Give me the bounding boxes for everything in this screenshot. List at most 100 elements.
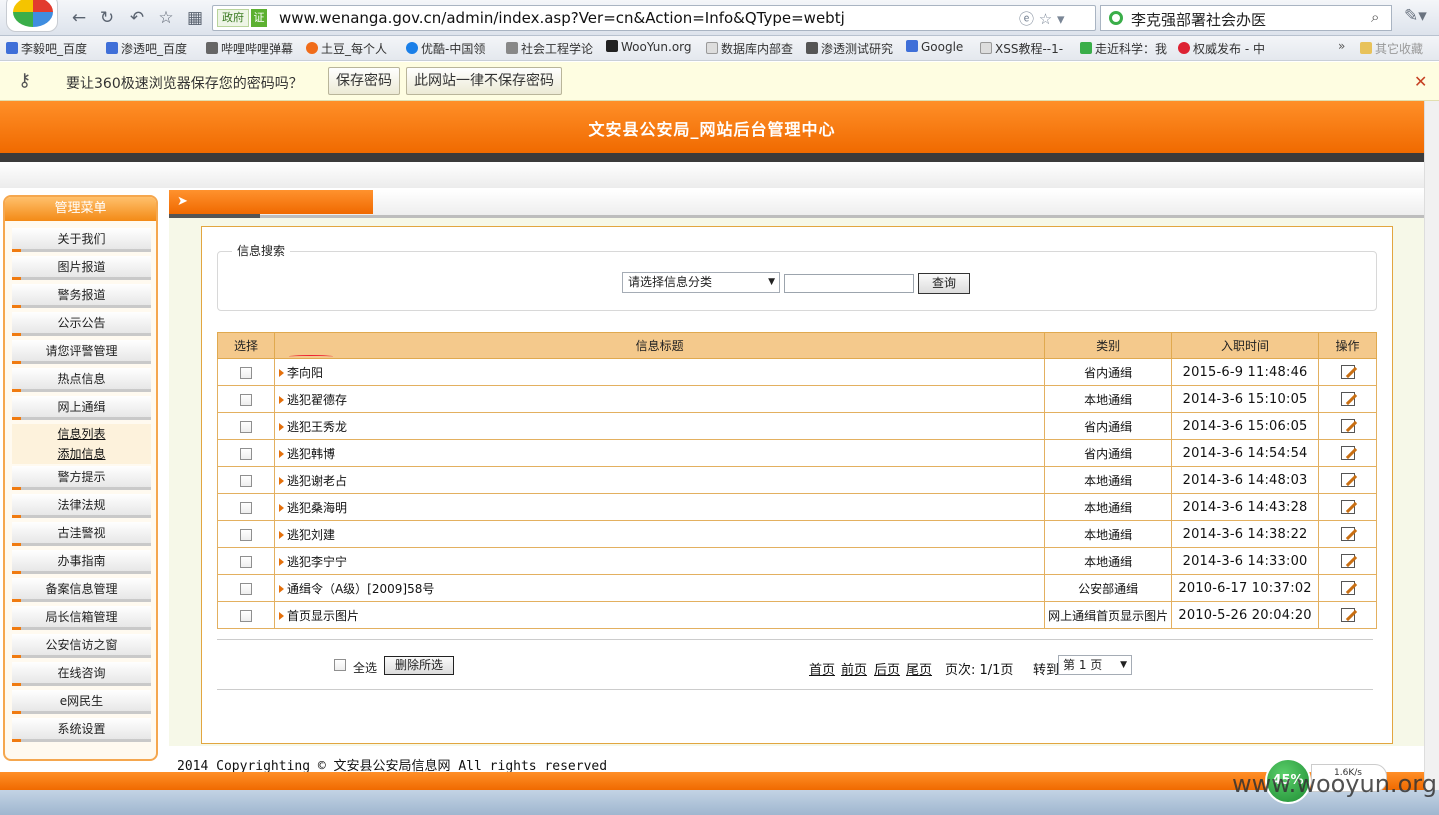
menu-item-online-wanted[interactable]: 网上通缉	[12, 396, 151, 420]
menu-item-e-livelihood[interactable]: e网民生	[12, 690, 151, 714]
edit-icon[interactable]	[1340, 392, 1355, 407]
menu-item-announcements[interactable]: 公示公告	[12, 312, 151, 336]
page-select[interactable]: 第 1 页 ▼	[1058, 655, 1132, 675]
edit-icon[interactable]	[1340, 554, 1355, 569]
row-time: 2015-6-9 11:48:46	[1171, 358, 1320, 386]
row-checkbox[interactable]	[239, 555, 252, 568]
edit-icon[interactable]	[1340, 446, 1355, 461]
bookmark-item[interactable]: 土豆_每个人	[306, 40, 387, 57]
prev-page-link[interactable]: 前页	[841, 659, 867, 678]
row-checkbox[interactable]	[239, 474, 252, 487]
browser-search-box[interactable]: 李克强部署社会办医 ⌕	[1100, 5, 1392, 31]
bookmarks-overflow-icon[interactable]: »	[1338, 39, 1345, 53]
last-page-link[interactable]: 尾页	[906, 659, 932, 678]
menu-item-petition[interactable]: 公安信访之窗	[12, 634, 151, 658]
bookmark-item[interactable]: 走近科学：我	[1080, 40, 1167, 57]
menu-item-laws[interactable]: 法律法规	[12, 494, 151, 518]
edit-icon[interactable]	[1340, 500, 1355, 515]
bookmark-item[interactable]: 渗透吧_百度	[106, 40, 187, 57]
menu-item-police-reports[interactable]: 警务报道	[12, 284, 151, 308]
row-checkbox[interactable]	[239, 609, 252, 622]
row-title-cell: 逃犯翟德存	[274, 385, 1046, 413]
row-title-link[interactable]: 逃犯李宁宁	[287, 555, 347, 569]
bookmark-item[interactable]: Google	[906, 40, 963, 54]
menu-item-reviews[interactable]: 请您评警管理	[12, 340, 151, 364]
category-select[interactable]: 请选择信息分类 ▼	[622, 272, 780, 293]
header-divider	[0, 153, 1424, 162]
page-select-value: 第 1 页	[1063, 658, 1103, 672]
menu-item-photo-reports[interactable]: 图片报道	[12, 256, 151, 280]
row-title-link[interactable]: 逃犯谢老占	[287, 474, 347, 488]
menu-item-guwa-police[interactable]: 古洼警视	[12, 522, 151, 546]
next-page-link[interactable]: 后页	[874, 659, 900, 678]
row-title-link[interactable]: 逃犯韩博	[287, 447, 335, 461]
row-select-cell	[217, 466, 275, 494]
row-title-link[interactable]: 通缉令（A级）[2009]58号	[287, 582, 434, 596]
bookmark-item[interactable]: 李毅吧_百度	[6, 40, 87, 57]
bookmark-item[interactable]: 渗透测试研究	[806, 40, 893, 57]
edit-icon[interactable]	[1340, 608, 1355, 623]
menu-item-filing[interactable]: 备案信息管理	[12, 578, 151, 602]
bookmark-item[interactable]: 数据库内部查	[706, 40, 793, 57]
save-password-button[interactable]: 保存密码	[328, 67, 400, 95]
menu-item-police-tips[interactable]: 警方提示	[12, 466, 151, 490]
search-icon[interactable]: ⌕	[1371, 8, 1379, 26]
address-bar[interactable]: 政府 证 www.wenanga.gov.cn/admin/index.asp?…	[212, 5, 1096, 31]
table-row: 逃犯谢老占 本地通缉 2014-3-6 14:48:03	[217, 466, 1377, 494]
bookmark-item[interactable]: 社会工程学论	[506, 40, 593, 57]
row-time: 2014-3-6 15:10:05	[1171, 385, 1320, 413]
address-actions-icon[interactable]: ⓔ ☆ ▾	[1019, 8, 1065, 29]
submenu-add-info[interactable]: 添加信息	[12, 444, 151, 464]
bookmark-item[interactable]: 权威发布 - 中	[1178, 40, 1265, 57]
row-checkbox[interactable]	[239, 501, 252, 514]
bookmark-item[interactable]: XSS教程--1-	[980, 40, 1063, 57]
row-title-link[interactable]: 逃犯翟德存	[287, 393, 347, 407]
menu-item-consult[interactable]: 在线咨询	[12, 662, 151, 686]
first-page-link[interactable]: 首页	[809, 659, 835, 678]
bookmark-item[interactable]: 优酷-中国领	[406, 40, 485, 57]
menu-item-mailbox[interactable]: 局长信箱管理	[12, 606, 151, 630]
refresh-icon[interactable]: ↻	[96, 8, 118, 28]
wrench-icon[interactable]: ✎▾	[1404, 6, 1427, 26]
bullet-arrow-icon	[278, 395, 284, 404]
row-checkbox[interactable]	[239, 528, 252, 541]
edit-icon[interactable]	[1340, 527, 1355, 542]
row-title-link[interactable]: 李向阳	[287, 366, 323, 380]
menu-item-guide[interactable]: 办事指南	[12, 550, 151, 574]
edit-icon[interactable]	[1340, 473, 1355, 488]
close-icon[interactable]: ✕	[1414, 72, 1427, 91]
bookmark-item[interactable]: 哔哩哔哩弹幕	[206, 40, 293, 57]
menu-item-settings[interactable]: 系统设置	[12, 718, 151, 742]
menu-item-hot-info[interactable]: 热点信息	[12, 368, 151, 392]
scrollbar[interactable]	[1424, 101, 1439, 791]
bookmark-item[interactable]: WooYun.org	[606, 40, 692, 54]
row-checkbox[interactable]	[239, 582, 252, 595]
delete-selected-button[interactable]: 删除所选	[384, 656, 454, 675]
keyword-input[interactable]	[784, 274, 914, 293]
row-title-link[interactable]: 逃犯王秀龙	[287, 420, 347, 434]
row-title-link[interactable]: 首页显示图片	[287, 609, 359, 623]
row-checkbox[interactable]	[239, 420, 252, 433]
menu-item-about[interactable]: 关于我们	[12, 228, 151, 252]
undo-icon[interactable]: ↶	[126, 8, 148, 28]
star-icon[interactable]: ☆	[155, 8, 177, 28]
row-action-cell	[1318, 385, 1377, 413]
row-checkbox[interactable]	[239, 447, 252, 460]
edit-icon[interactable]	[1340, 581, 1355, 596]
edit-icon[interactable]	[1340, 365, 1355, 380]
other-bookmarks[interactable]: 其它收藏	[1360, 40, 1423, 57]
row-title-link[interactable]: 逃犯桑海明	[287, 501, 347, 515]
row-title-link[interactable]: 逃犯刘建	[287, 528, 335, 542]
edit-icon[interactable]	[1340, 419, 1355, 434]
url-text[interactable]: www.wenanga.gov.cn/admin/index.asp?Ver=c…	[279, 9, 845, 27]
submenu-info-list[interactable]: 信息列表	[12, 424, 151, 444]
never-save-password-button[interactable]: 此网站一律不保存密码	[406, 67, 562, 95]
grid-icon[interactable]: ▦	[184, 8, 206, 28]
row-checkbox[interactable]	[239, 393, 252, 406]
search-text[interactable]: 李克强部署社会办医	[1131, 9, 1266, 30]
row-checkbox[interactable]	[239, 366, 252, 379]
query-button[interactable]: 查询	[918, 273, 970, 294]
back-icon[interactable]: ←	[68, 8, 90, 28]
browser-logo-icon[interactable]	[6, 0, 58, 32]
select-all-checkbox[interactable]	[334, 659, 346, 671]
